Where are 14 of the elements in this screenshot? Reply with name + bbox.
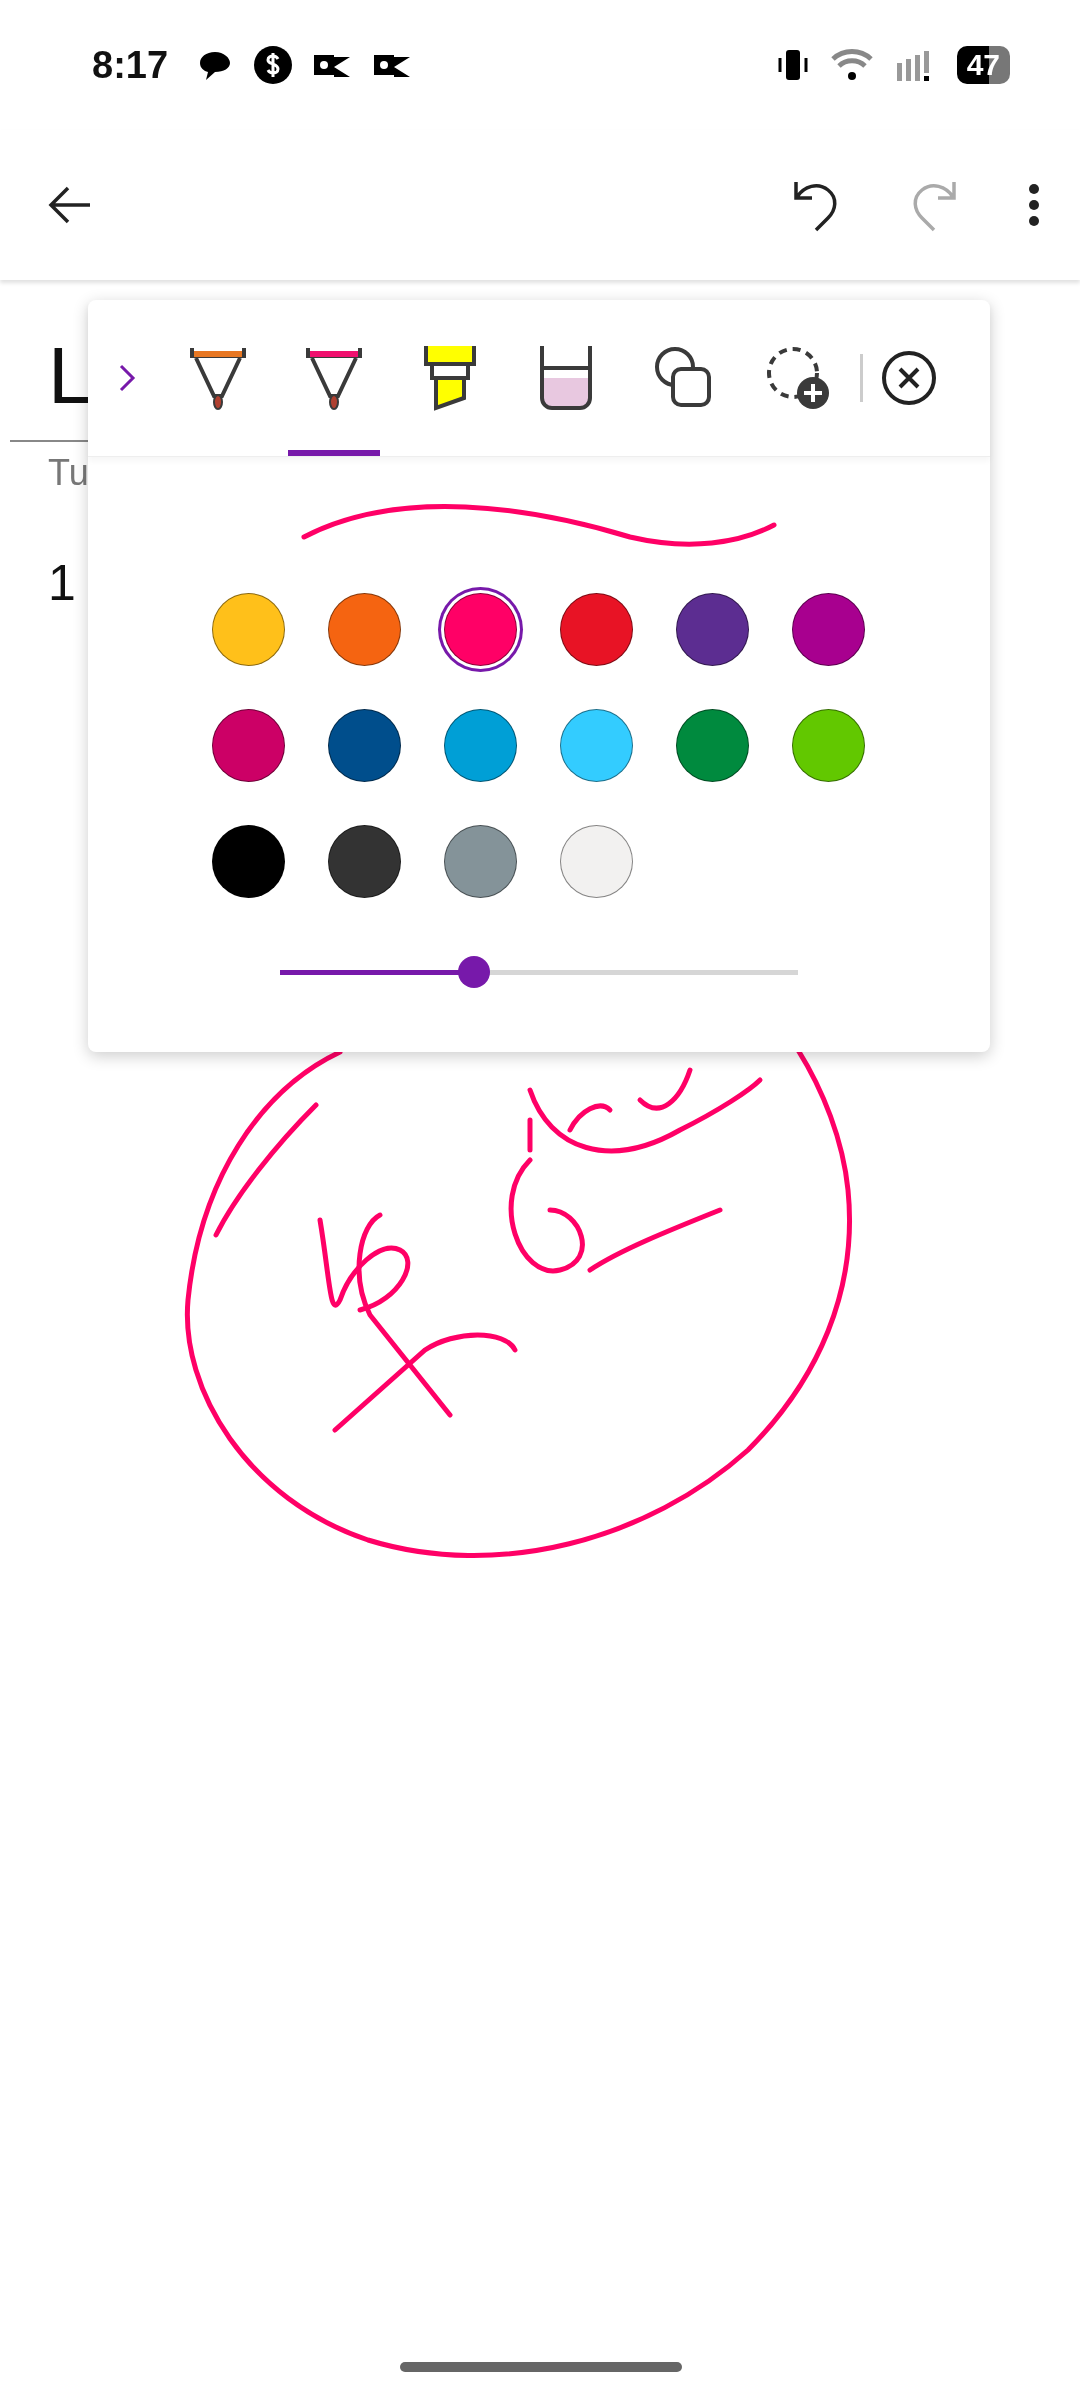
lasso-add-icon bbox=[765, 345, 831, 411]
more-options-button[interactable] bbox=[1028, 183, 1040, 227]
dollar-icon bbox=[254, 46, 293, 84]
collapse-chevron-button[interactable] bbox=[118, 363, 136, 393]
page-date: Tu bbox=[48, 452, 89, 494]
page-time: 1 bbox=[48, 554, 76, 612]
slider-thumb[interactable] bbox=[458, 956, 491, 988]
wifi-icon bbox=[830, 49, 873, 81]
back-button[interactable] bbox=[48, 185, 92, 225]
vibrate-icon bbox=[776, 50, 809, 80]
status-time: 8:17 bbox=[92, 43, 169, 87]
page-title: L bbox=[48, 330, 93, 422]
battery-level: 47 bbox=[956, 46, 1010, 84]
close-button[interactable] bbox=[881, 350, 937, 406]
